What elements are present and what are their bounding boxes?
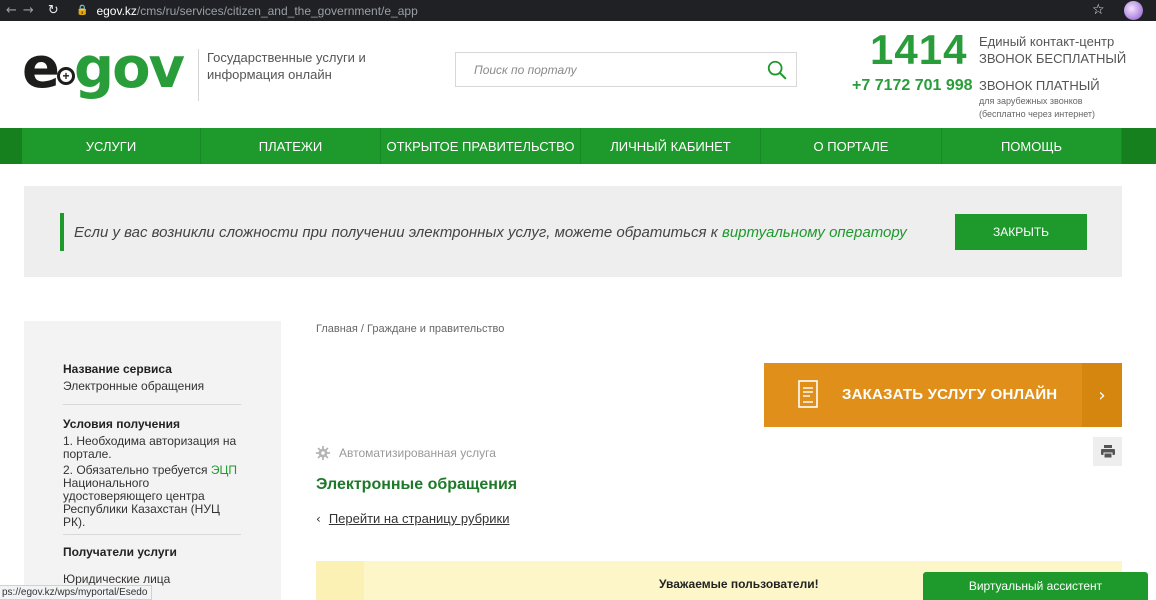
- rubric-page-link[interactable]: ‹ Перейти на страницу рубрики: [316, 511, 510, 526]
- service-name-title: Название сервиса: [63, 362, 172, 376]
- nav-edge-right: [1122, 128, 1156, 164]
- ecp-link[interactable]: ЭЦП: [211, 463, 237, 477]
- gear-icon: [316, 446, 330, 460]
- search-icon[interactable]: [766, 59, 788, 81]
- lock-icon: 🔒: [76, 5, 89, 16]
- paid-call-note-2: (бесплатно через интернет): [979, 109, 1096, 119]
- nav-item-about[interactable]: О ПОРТАЛЕ: [761, 128, 942, 164]
- url-host: egov.kz: [96, 3, 137, 18]
- nav-item-open-government[interactable]: ОТКРЫТОЕ ПРАВИТЕЛЬСТВО: [381, 128, 581, 164]
- recipients-title: Получатели услуги: [63, 545, 177, 559]
- condition-1: 1. Необходима авторизация на портале.: [63, 434, 237, 461]
- print-button[interactable]: [1093, 437, 1122, 466]
- service-name-value: Электронные обращения: [63, 379, 205, 393]
- virtual-operator-link[interactable]: виртуальному оператору: [722, 224, 907, 241]
- address-bar[interactable]: 🔒 egov.kz /cms/ru/services/citizen_and_t…: [76, 0, 1116, 21]
- order-service-label: ЗАКАЗАТЬ УСЛУГУ ОНЛАЙН: [842, 386, 1058, 403]
- sidebar-divider: [63, 534, 241, 535]
- nav-item-help[interactable]: ПОМОЩЬ: [942, 128, 1122, 164]
- logo-divider: [198, 49, 199, 101]
- notice-accent-bar: [60, 213, 64, 251]
- reload-icon[interactable]: ↻: [48, 3, 59, 18]
- condition-2-prefix: 2. Обязательно требуется: [63, 463, 211, 477]
- hotline-free-label: ЗВОНОК БЕСПЛАТНЫЙ: [979, 51, 1127, 66]
- egov-logo[interactable]: e + gov: [22, 36, 185, 101]
- browser-toolbar: ← → ↻ 🔒 egov.kz /cms/ru/services/citizen…: [0, 0, 1156, 21]
- automated-service-row: Автоматизированная услуга: [316, 446, 496, 460]
- logo-gov: gov: [73, 36, 185, 101]
- order-service-online-button[interactable]: ЗАКАЗАТЬ УСЛУГУ ОНЛАЙН ›: [764, 363, 1122, 427]
- rubric-link-label: Перейти на страницу рубрики: [328, 511, 510, 526]
- nav-edge-left: [0, 128, 22, 164]
- page-title: Электронные обращения: [316, 476, 518, 493]
- notice-text: Если у вас возникли сложности при получе…: [74, 224, 907, 241]
- status-bar-url: ps://egov.kz/wps/myportal/Esedo: [0, 585, 153, 600]
- paid-call-label: ЗВОНОК ПЛАТНЫЙ: [979, 78, 1100, 93]
- printer-icon: [1100, 445, 1115, 458]
- site-header: e + gov Государственные услуги и информа…: [0, 21, 1156, 128]
- close-notice-button[interactable]: ЗАКРЫТЬ: [955, 214, 1087, 250]
- search-box: [455, 52, 797, 87]
- announcement-strip: [316, 561, 364, 600]
- search-input[interactable]: [456, 53, 756, 86]
- service-info-sidebar: Название сервиса Электронные обращения У…: [24, 321, 281, 600]
- nav-item-personal-account[interactable]: ЛИЧНЫЙ КАБИНЕТ: [581, 128, 761, 164]
- help-notice: Если у вас возникли сложности при получе…: [24, 186, 1122, 277]
- paid-phone-number[interactable]: +7 7172 701 998: [852, 77, 973, 95]
- notice-message: Если у вас возникли сложности при получе…: [74, 224, 722, 241]
- hotline-number[interactable]: 1414: [870, 26, 967, 74]
- chevron-left-icon: ‹: [316, 511, 321, 526]
- conditions-title: Условия получения: [63, 417, 180, 431]
- back-arrow-icon[interactable]: ←: [6, 3, 17, 18]
- chevron-right-icon: ›: [1082, 363, 1122, 427]
- hotline-label: Единый контакт-центр: [979, 34, 1115, 49]
- url-path: /cms/ru/services/citizen_and_the_governm…: [136, 3, 418, 18]
- automated-service-label: Автоматизированная услуга: [339, 446, 496, 460]
- condition-2-suffix: Национального удостоверяющего центра Рес…: [63, 476, 220, 529]
- forward-arrow-icon[interactable]: →: [23, 3, 34, 18]
- paid-call-note: для зарубежных звонков: [979, 96, 1083, 106]
- nav-item-services[interactable]: УСЛУГИ: [22, 128, 201, 164]
- condition-2: 2. Обязательно требуется ЭЦП Национально…: [63, 464, 241, 529]
- logo-tagline: Государственные услуги и информация онла…: [207, 50, 366, 82]
- sidebar-divider: [63, 404, 241, 405]
- service-name-section: Название сервиса Электронные обращения: [63, 363, 241, 393]
- profile-avatar[interactable]: [1124, 1, 1143, 20]
- main-navigation: УСЛУГИ ПЛАТЕЖИ ОТКРЫТОЕ ПРАВИТЕЛЬСТВО ЛИ…: [0, 128, 1156, 164]
- breadcrumb[interactable]: Главная / Граждане и правительство: [316, 323, 504, 335]
- logo-plus-icon: +: [56, 67, 75, 85]
- conditions-section: Условия получения 1. Необходима авториза…: [63, 418, 241, 529]
- recipients-section: Получатели услуги Юридические лица: [63, 546, 241, 586]
- logo-e: e: [22, 36, 60, 101]
- bookmark-star-icon[interactable]: ☆: [1092, 2, 1105, 18]
- virtual-assistant-button[interactable]: Виртуальный ассистент: [923, 572, 1148, 600]
- document-icon: [798, 380, 818, 408]
- nav-item-payments[interactable]: ПЛАТЕЖИ: [201, 128, 381, 164]
- announcement-heading: Уважаемые пользователи!: [659, 577, 819, 591]
